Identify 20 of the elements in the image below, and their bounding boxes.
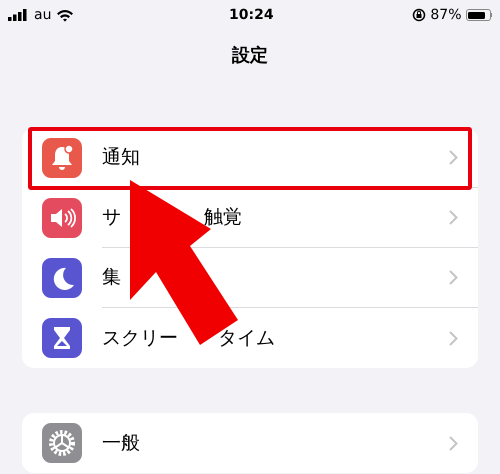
carrier-name: au (34, 6, 52, 24)
rotation-lock-icon (412, 8, 426, 22)
row-label: スクリー (102, 326, 178, 351)
chevron-icon (449, 330, 458, 346)
battery-icon (466, 9, 492, 21)
row-label: 通知 (102, 145, 140, 170)
chevron-icon (449, 210, 458, 225)
row-label: タイム (218, 326, 275, 351)
chevron-icon (449, 150, 458, 165)
wifi-icon (56, 8, 74, 22)
row-label: 触覚 (204, 205, 242, 230)
battery-percent: 87% (430, 6, 462, 24)
clock-time: 10:24 (229, 6, 274, 24)
chevron-icon (449, 436, 458, 450)
row-label: サ (102, 205, 121, 230)
chevron-icon (449, 270, 458, 285)
row-label: 集 (102, 265, 121, 290)
row-label: 一般 (102, 430, 140, 456)
signal-icon (8, 9, 28, 21)
screen-title: 設定 (232, 44, 268, 68)
